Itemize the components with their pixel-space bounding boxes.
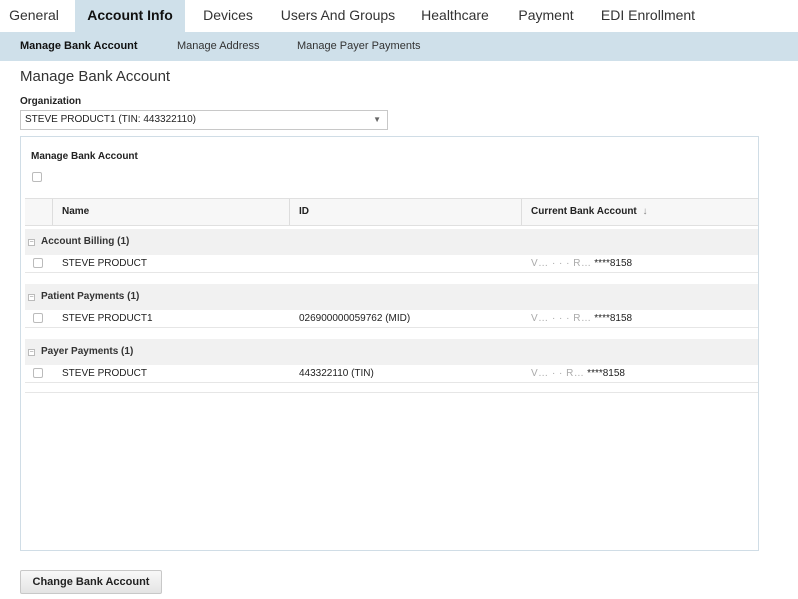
tab-users-and-groups[interactable]: Users And Groups bbox=[276, 0, 400, 32]
table-row[interactable]: STEVE PRODUCT 443322110 (TIN) V… · · R… … bbox=[25, 365, 758, 383]
bank-account-panel: Manage Bank Account Name ID Current Bank… bbox=[20, 136, 759, 551]
row-id: 443322110 (TIN) bbox=[299, 368, 374, 379]
row-current-bank-account: V… · · R… ****8158 bbox=[531, 365, 625, 382]
table-bottom-border bbox=[25, 392, 758, 393]
top-tab-bar: General Account Info Devices Users And G… bbox=[0, 0, 798, 32]
column-header-current-label: Current Bank Account bbox=[531, 206, 637, 217]
organization-select[interactable]: STEVE PRODUCT1 (TIN: 443322110) ▼ bbox=[20, 110, 388, 130]
account-mask: ****8158 bbox=[594, 258, 633, 269]
group-label: Account Billing (1) bbox=[41, 236, 130, 247]
change-bank-account-button[interactable]: Change Bank Account bbox=[20, 570, 162, 594]
group-label: Payer Payments (1) bbox=[41, 346, 134, 357]
table-row[interactable]: STEVE PRODUCT1 026900000059762 (MID) V… … bbox=[25, 310, 758, 328]
row-checkbox[interactable] bbox=[33, 258, 43, 268]
column-divider bbox=[521, 199, 522, 225]
group-row-patient-payments[interactable]: − Patient Payments (1) bbox=[25, 284, 758, 311]
tab-account-info[interactable]: Account Info bbox=[75, 0, 185, 32]
row-current-bank-account: V… · · · R… ****8158 bbox=[531, 255, 632, 272]
obscured-bank-name: V… · · · R… bbox=[531, 258, 592, 269]
column-header-current-bank-account[interactable]: Current Bank Account ↓ bbox=[531, 199, 648, 225]
collapse-icon[interactable]: − bbox=[28, 349, 35, 356]
row-name: STEVE PRODUCT bbox=[62, 258, 148, 269]
organization-select-value: STEVE PRODUCT1 (TIN: 443322110) bbox=[25, 114, 196, 125]
group-label: Patient Payments (1) bbox=[41, 291, 140, 302]
select-all-checkbox[interactable] bbox=[32, 172, 42, 182]
group-row-account-billing[interactable]: − Account Billing (1) bbox=[25, 229, 758, 256]
collapse-icon[interactable]: − bbox=[28, 239, 35, 246]
row-checkbox[interactable] bbox=[33, 368, 43, 378]
obscured-bank-name: V… · · R… bbox=[531, 368, 585, 379]
column-divider bbox=[289, 199, 290, 225]
row-checkbox[interactable] bbox=[33, 313, 43, 323]
collapse-icon[interactable]: − bbox=[28, 294, 35, 301]
account-mask: ****8158 bbox=[594, 313, 633, 324]
row-name: STEVE PRODUCT bbox=[62, 368, 148, 379]
table-header: Name ID Current Bank Account ↓ bbox=[25, 198, 758, 226]
account-mask: ****8158 bbox=[587, 368, 625, 379]
panel-title: Manage Bank Account bbox=[31, 151, 138, 162]
row-id: 026900000059762 (MID) bbox=[299, 313, 411, 324]
tab-payment[interactable]: Payment bbox=[510, 0, 582, 32]
column-header-name[interactable]: Name bbox=[62, 199, 89, 225]
sort-down-arrow-icon: ↓ bbox=[642, 206, 648, 217]
row-name: STEVE PRODUCT1 bbox=[62, 313, 153, 324]
subtab-manage-address[interactable]: Manage Address bbox=[177, 32, 260, 61]
tab-general[interactable]: General bbox=[6, 0, 62, 32]
column-divider bbox=[52, 199, 53, 225]
page-title: Manage Bank Account bbox=[20, 68, 171, 85]
group-row-payer-payments[interactable]: − Payer Payments (1) bbox=[25, 339, 758, 366]
table-row[interactable]: STEVE PRODUCT V… · · · R… ****8158 bbox=[25, 255, 758, 273]
subtab-manage-bank-account[interactable]: Manage Bank Account bbox=[20, 32, 138, 61]
organization-label: Organization bbox=[20, 96, 82, 107]
chevron-down-icon: ▼ bbox=[373, 115, 381, 124]
tab-edi-enrollment[interactable]: EDI Enrollment bbox=[596, 0, 700, 32]
column-header-id[interactable]: ID bbox=[299, 199, 309, 225]
tab-devices[interactable]: Devices bbox=[196, 0, 260, 32]
tab-healthcare[interactable]: Healthcare bbox=[414, 0, 496, 32]
subtab-manage-payer-payments[interactable]: Manage Payer Payments bbox=[297, 32, 421, 61]
sub-nav-bar: Manage Bank Account Manage Address Manag… bbox=[0, 32, 798, 61]
obscured-bank-name: V… · · · R… bbox=[531, 313, 592, 324]
row-current-bank-account: V… · · · R… ****8158 bbox=[531, 310, 632, 327]
